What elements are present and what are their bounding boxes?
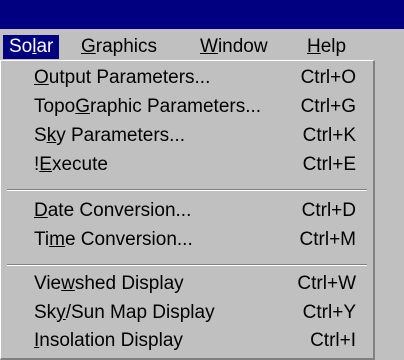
menu-item-label: Time Conversion... — [34, 229, 193, 250]
menu-window-label: indow — [217, 36, 268, 57]
menu-help-mnemonic: H — [307, 36, 321, 57]
menu-help[interactable]: Help — [301, 35, 352, 59]
menu-item-label: Date Conversion... — [34, 200, 192, 221]
menu-item-execute[interactable]: !Execute Ctrl+E — [1, 152, 372, 181]
menu-solar[interactable]: Solar — [3, 35, 60, 59]
menu-graphics-label: raphics — [95, 36, 158, 57]
menu-item-shortcut: Ctrl+D — [301, 200, 356, 221]
menu-item-label: Sky/Sun Map Display — [34, 302, 215, 323]
menu-separator — [7, 264, 367, 266]
menu-item-label: Output Parameters... — [34, 67, 211, 88]
menu-item-shortcut: Ctrl+K — [302, 125, 356, 146]
menu-item-shortcut: Ctrl+O — [300, 67, 356, 88]
menu-window[interactable]: Window — [194, 35, 274, 59]
menu-item-shortcut: Ctrl+Y — [302, 302, 356, 323]
menu-item-output-parameters[interactable]: Output Parameters... Ctrl+O — [1, 65, 372, 94]
menu-item-shortcut: Ctrl+M — [299, 229, 356, 250]
menu-help-label: elp — [320, 36, 347, 57]
menu-item-label: Insolation Display — [34, 330, 183, 351]
menu-window-mnemonic: W — [200, 36, 218, 57]
menu-solar-label: So — [9, 36, 33, 57]
solar-dropdown-menu: Output Parameters... Ctrl+O TopoGraphic … — [0, 60, 375, 360]
menu-item-shortcut: Ctrl+E — [302, 154, 356, 175]
menu-item-shortcut: Ctrl+G — [300, 96, 356, 117]
menu-graphics[interactable]: Graphics — [75, 35, 163, 59]
menu-item-label: TopoGraphic Parameters... — [34, 96, 262, 117]
menu-item-date-conversion[interactable]: Date Conversion... Ctrl+D — [1, 198, 372, 227]
menu-item-sky-sun-map-display[interactable]: Sky/Sun Map Display Ctrl+Y — [1, 300, 372, 329]
menu-item-label: !Execute — [34, 154, 108, 175]
title-bar — [0, 0, 404, 29]
menu-separator — [7, 189, 367, 191]
menu-item-topographic-parameters[interactable]: TopoGraphic Parameters... Ctrl+G — [1, 94, 372, 123]
menu-item-shortcut: Ctrl+W — [297, 273, 356, 294]
menu-item-sky-parameters[interactable]: Sky Parameters... Ctrl+K — [1, 123, 372, 152]
menu-item-insolation-display[interactable]: Insolation Display Ctrl+I — [1, 328, 372, 357]
menu-item-label: Viewshed Display — [34, 273, 184, 294]
menu-item-label: Sky Parameters... — [34, 125, 186, 146]
menu-graphics-mnemonic: G — [81, 36, 96, 57]
menu-item-viewshed-display[interactable]: Viewshed Display Ctrl+W — [1, 271, 372, 300]
app-screen: Solar Graphics Window Help Output Parame… — [0, 0, 404, 360]
menu-item-shortcut: Ctrl+I — [310, 330, 356, 351]
menu-bar: Solar Graphics Window Help — [0, 29, 404, 60]
menu-item-time-conversion[interactable]: Time Conversion... Ctrl+M — [1, 227, 372, 256]
menu-solar-label-rest: ar — [36, 36, 54, 57]
